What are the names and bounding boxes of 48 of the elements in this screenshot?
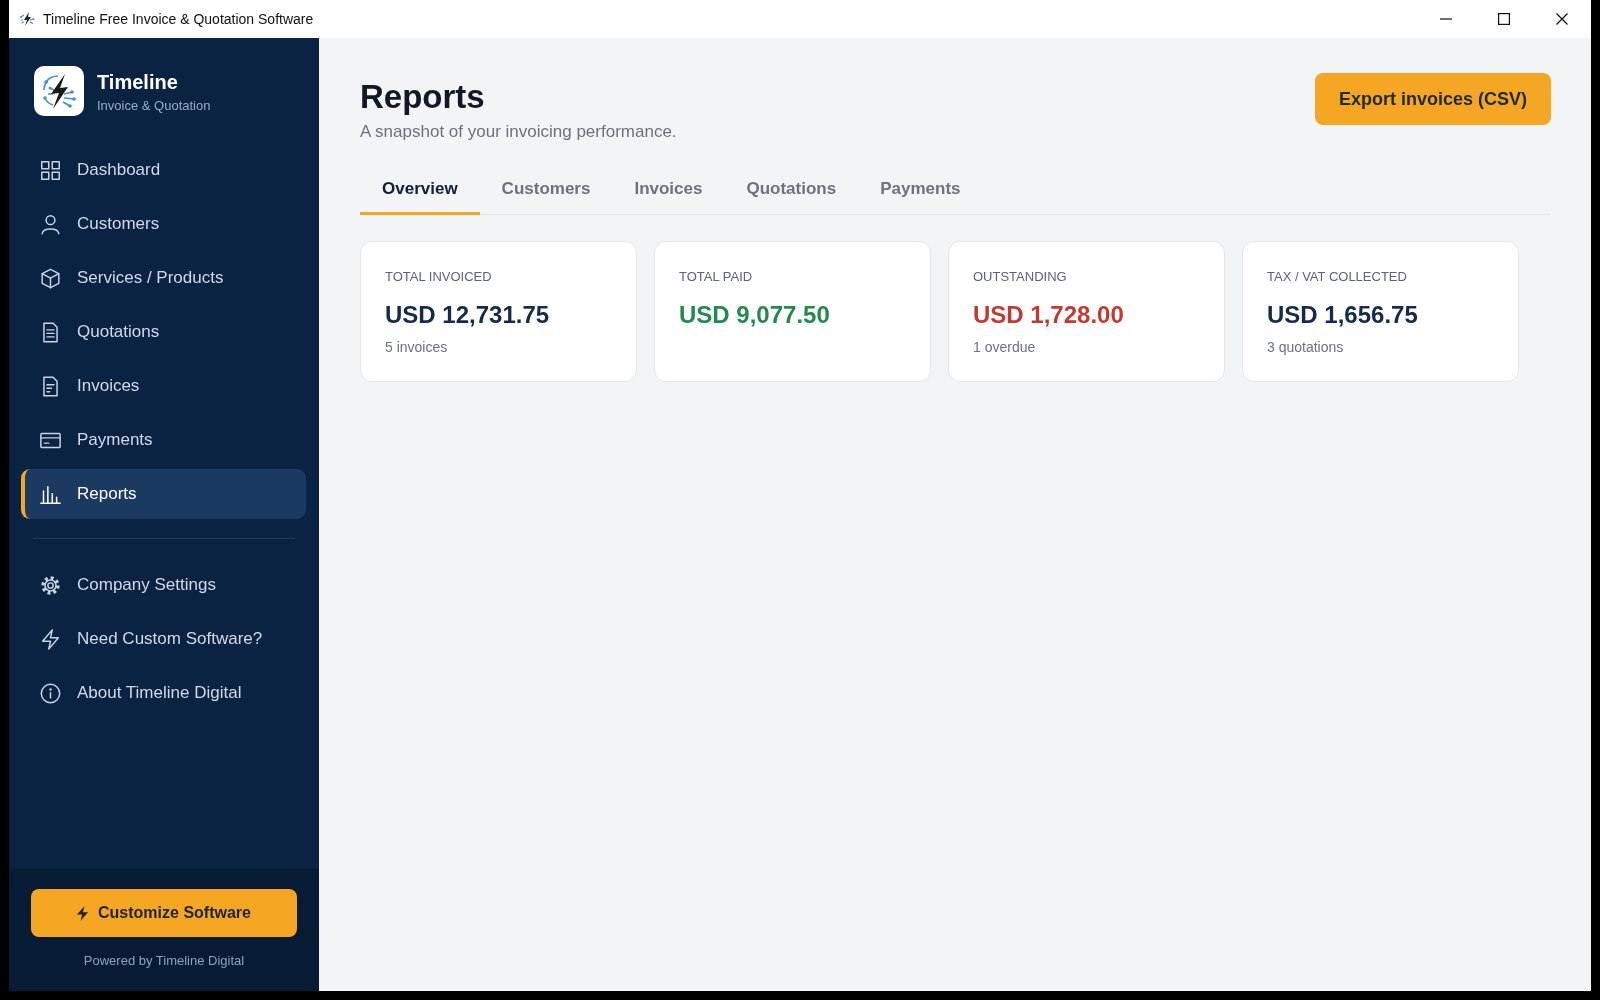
tab[interactable]: Invoices	[612, 165, 725, 215]
sidebar-item[interactable]: Company Settings	[21, 560, 306, 610]
sidebar-item[interactable]: Reports	[21, 469, 306, 519]
stat-note: 1 overdue	[973, 338, 1037, 356]
maximize-icon	[1498, 13, 1510, 25]
document-icon	[40, 321, 61, 343]
sidebar-item[interactable]: Quotations	[21, 307, 306, 357]
stat-label: TOTAL PAID	[679, 269, 754, 285]
stat-value: USD 9,077.50	[679, 300, 831, 330]
info-icon	[40, 682, 61, 704]
sidebar-item[interactable]: Need Custom Software?	[21, 614, 306, 664]
bar-chart-icon	[40, 483, 61, 505]
grid-icon	[40, 159, 61, 181]
sidebar-item[interactable]: Invoices	[21, 361, 306, 411]
stat-label: TOTAL INVOICED	[385, 269, 493, 285]
tab[interactable]: Customers	[479, 165, 613, 215]
stat-note: 3 quotations	[1267, 338, 1345, 356]
sidebar-item[interactable]: About Timeline Digital	[21, 668, 306, 718]
sidebar-item[interactable]: Services / Products	[21, 253, 306, 303]
lightning-bolt-icon	[77, 905, 89, 921]
brand-tagline: Invoice & Quotation	[97, 98, 211, 114]
stat-label: TAX / VAT COLLECTED	[1267, 269, 1408, 285]
tab[interactable]: Payments	[858, 165, 983, 215]
settings-icon	[40, 574, 61, 596]
sidebar-item[interactable]: Payments	[21, 415, 306, 465]
page-title: Reports	[360, 77, 486, 117]
document-icon	[40, 375, 61, 397]
stat-value: USD 12,731.75	[385, 300, 551, 330]
sidebar-item[interactable]: Customers	[21, 199, 306, 249]
stat-note: 5 invoices	[385, 338, 449, 356]
bolt-logo-icon	[34, 66, 84, 116]
sidebar-item[interactable]: Dashboard	[21, 145, 306, 195]
bolt-logo-icon	[19, 11, 35, 27]
person-icon	[40, 213, 61, 235]
footer-text: Powered by Timeline Digital	[83, 953, 245, 968]
stat-value: USD 1,728.00	[973, 300, 1125, 330]
window-title: Timeline Free Invoice & Quotation Software	[43, 11, 314, 27]
brand-name: Timeline	[97, 70, 179, 94]
lightning-bolt-icon	[40, 628, 61, 650]
cube-icon	[40, 267, 61, 289]
close-icon	[1556, 13, 1568, 25]
export-button[interactable]: Export invoices (CSV)	[1314, 73, 1551, 125]
customize-button[interactable]: Customize Software	[31, 889, 297, 937]
tab[interactable]: Overview	[360, 165, 480, 215]
page-subtitle: A snapshot of your invoicing performance.	[360, 121, 677, 143]
stat-label: OUTSTANDING	[973, 269, 1068, 285]
tab[interactable]: Quotations	[724, 165, 859, 215]
stat-value: USD 1,656.75	[1267, 300, 1419, 330]
